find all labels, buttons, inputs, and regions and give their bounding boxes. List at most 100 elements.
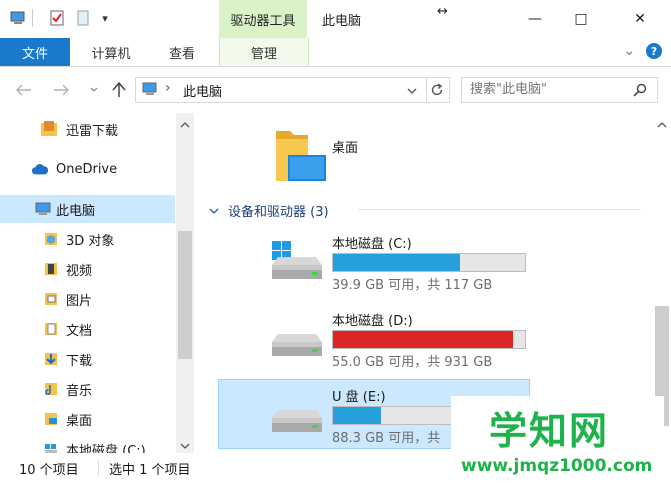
- selection-count: 选中 1 个项目: [109, 463, 191, 478]
- separator: [32, 9, 33, 27]
- nav-item-pictures[interactable]: 图片: [0, 285, 175, 313]
- group-header-label: 设备和驱动器 (3): [228, 205, 329, 220]
- path-separator-icon: ›: [165, 80, 171, 96]
- nav-item-label: 视频: [66, 263, 93, 279]
- watermark: 学知网 www.jmqz1000.com: [451, 396, 664, 481]
- watermark-brand: 学知网: [489, 409, 610, 453]
- tab-view[interactable]: 查看: [152, 38, 212, 66]
- computer-icon: [34, 200, 52, 218]
- documents-folder-icon: [42, 320, 60, 338]
- scroll-down-icon[interactable]: [180, 439, 190, 453]
- search-box[interactable]: [461, 77, 658, 103]
- music-folder-icon: [42, 380, 60, 398]
- desktop-item[interactable]: 桌面: [274, 127, 474, 187]
- status-divider: [98, 460, 99, 476]
- nav-item-downloads[interactable]: 下载: [0, 345, 175, 373]
- drive-c-size: 39.9 GB 可用，共 117 GB: [332, 278, 493, 293]
- navigation-bar: › 此电脑: [0, 67, 671, 113]
- nav-item-label: 3D 对象: [66, 233, 115, 249]
- tab-file[interactable]: 文件: [0, 38, 70, 66]
- refresh-icon: [431, 83, 443, 96]
- nav-item-onedrive[interactable]: OneDrive: [0, 155, 175, 183]
- drive-c-usage-fill: [333, 254, 460, 271]
- qat-dropdown-icon[interactable]: ▾: [97, 10, 113, 26]
- watermark-url: www.jmqz1000.com: [461, 456, 653, 476]
- nav-scrollbar[interactable]: [176, 113, 194, 453]
- refresh-button[interactable]: [425, 77, 450, 103]
- nav-item-3d-objects[interactable]: 3D 对象: [0, 225, 175, 253]
- window-title: 此电脑: [322, 14, 362, 29]
- drive-c-name: 本地磁盘 (C:): [332, 237, 412, 252]
- nav-item-documents[interactable]: 文档: [0, 315, 175, 343]
- item-count: 10 个项目: [19, 463, 79, 478]
- nav-item-label: 桌面: [66, 413, 93, 429]
- group-header-devices[interactable]: 设备和驱动器 (3): [209, 198, 641, 220]
- cube-folder-icon: [42, 230, 60, 248]
- nav-item-desktop[interactable]: 桌面: [0, 405, 175, 433]
- drive-e-size: 88.3 GB 可用，共: [332, 431, 441, 446]
- breadcrumb-location[interactable]: 此电脑: [183, 81, 222, 100]
- windows-drive-icon: [268, 241, 324, 289]
- title-bar: ▾ 驱动器工具 此电脑 ↔ — □ ✕: [0, 0, 671, 38]
- nav-item-label: 本地磁盘 (C:): [66, 443, 146, 454]
- nav-item-label: 音乐: [66, 383, 93, 399]
- cloud-icon: [31, 160, 49, 178]
- nav-item-label: 此电脑: [56, 203, 96, 219]
- drive-d-usage-bar: [332, 330, 526, 349]
- tab-computer[interactable]: 计算机: [74, 38, 148, 66]
- scroll-up-icon[interactable]: [657, 118, 667, 133]
- drive-d-name: 本地磁盘 (D:): [332, 314, 413, 329]
- context-tab-drive-tools: 驱动器工具: [219, 0, 307, 38]
- minimize-button[interactable]: —: [512, 0, 558, 38]
- nav-item-label: 迅雷下载: [66, 123, 119, 139]
- nav-item-local-disk-c[interactable]: 本地磁盘 (C:): [0, 435, 175, 453]
- help-icon[interactable]: ?: [646, 43, 662, 59]
- back-button[interactable]: [13, 79, 35, 101]
- desktop-item-label: 桌面: [332, 141, 359, 156]
- chevron-down-icon[interactable]: [407, 84, 417, 99]
- new-folder-icon[interactable]: [75, 10, 91, 26]
- group-divider: [358, 209, 641, 210]
- nav-item-label: OneDrive: [56, 161, 118, 177]
- forward-button[interactable]: [50, 79, 72, 101]
- properties-icon[interactable]: [49, 10, 65, 26]
- resize-cursor-icon: ↔: [437, 4, 448, 19]
- nav-item-label: 下载: [66, 353, 93, 369]
- nav-item-xunlei-downloads[interactable]: 迅雷下载: [0, 115, 175, 143]
- chevron-down-icon[interactable]: [209, 204, 219, 219]
- close-button[interactable]: ✕: [617, 0, 663, 38]
- folder-icon: [40, 120, 58, 138]
- search-input[interactable]: [462, 78, 630, 100]
- desktop-folder-icon: [42, 410, 60, 428]
- address-bar[interactable]: › 此电脑: [135, 77, 427, 103]
- pictures-folder-icon: [42, 290, 60, 308]
- nav-item-label: 文档: [66, 323, 93, 339]
- drive-e-usage-fill: [333, 407, 381, 424]
- downloads-folder-icon: [42, 350, 60, 368]
- drive-d-size: 55.0 GB 可用，共 931 GB: [332, 355, 493, 370]
- drive-c[interactable]: 本地磁盘 (C:) 39.9 GB 可用，共 117 GB: [218, 226, 530, 296]
- expand-ribbon-icon[interactable]: ⌄: [623, 41, 636, 59]
- drive-icon: [42, 440, 60, 453]
- nav-item-label: 图片: [66, 293, 93, 309]
- recent-locations-icon[interactable]: [83, 79, 105, 101]
- drive-d-usage-fill: [333, 331, 514, 348]
- drive-c-usage-bar: [332, 253, 526, 272]
- usb-drive-icon: [268, 394, 324, 442]
- drive-e-name: U 盘 (E:): [332, 390, 386, 405]
- drive-d[interactable]: 本地磁盘 (D:) 55.0 GB 可用，共 931 GB: [218, 303, 530, 373]
- computer-icon[interactable]: [10, 10, 26, 26]
- tab-manage[interactable]: 管理: [219, 38, 309, 66]
- drive-icon: [268, 318, 324, 366]
- video-folder-icon: [42, 260, 60, 278]
- navigation-pane: 迅雷下载 OneDrive 此电脑 3D 对象 视频 图片 文档 下载 音乐 桌…: [0, 113, 195, 453]
- scroll-thumb[interactable]: [178, 231, 192, 359]
- nav-item-music[interactable]: 音乐: [0, 375, 175, 403]
- ribbon-tabs: 文件 计算机 查看 管理 ⌄ ?: [0, 38, 671, 67]
- scroll-up-icon[interactable]: [180, 118, 190, 133]
- up-button[interactable]: [108, 79, 130, 101]
- nav-item-videos[interactable]: 视频: [0, 255, 175, 283]
- search-icon: [633, 83, 647, 101]
- maximize-button[interactable]: □: [558, 0, 604, 38]
- nav-item-this-pc[interactable]: 此电脑: [0, 195, 175, 223]
